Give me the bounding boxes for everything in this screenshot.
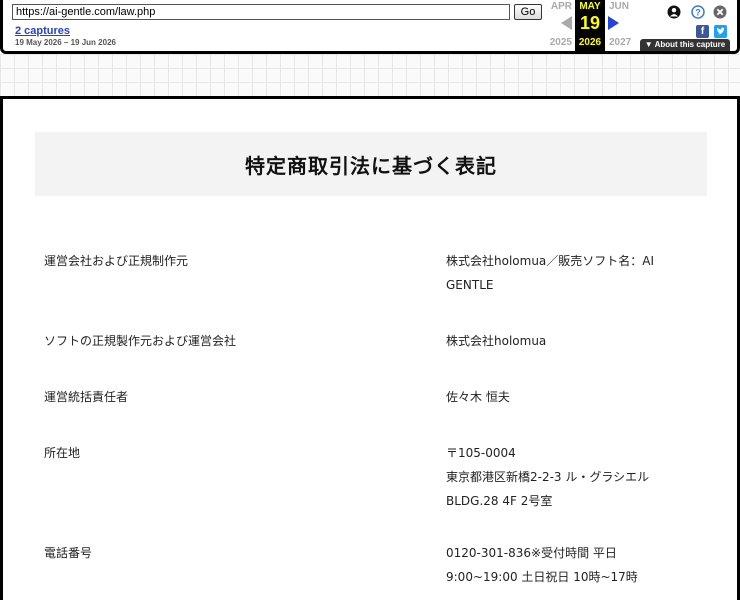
captures-link[interactable]: 2 captures (15, 25, 70, 37)
row-value: 佐々木 恒夫 (446, 385, 686, 409)
row-label: 所在地 (44, 446, 81, 460)
title-banner: 特定商取引法に基づく表記 (35, 132, 707, 196)
twitter-icon[interactable] (714, 25, 727, 38)
go-button[interactable]: Go (514, 4, 542, 20)
capture-date-range: 19 May 2026 – 19 Jun 2026 (15, 38, 116, 47)
current-month-column: MAY 19 2026 (575, 0, 605, 51)
row-value-line: BLDG.28 4F 2号室 (446, 494, 553, 508)
row-value-line: 株式会社holomua (446, 334, 547, 348)
next-month-label: JUN (609, 1, 630, 12)
about-capture-button[interactable]: ▼ About this capture (640, 39, 730, 51)
row-value-line: GENTLE (446, 278, 494, 292)
current-day-label: 19 (579, 13, 601, 33)
close-icon[interactable] (713, 5, 727, 19)
svg-text:?: ? (695, 8, 701, 18)
next-capture-arrow-icon[interactable] (608, 16, 619, 30)
row-label: 運営会社および正規制作元 (44, 254, 189, 268)
current-year-label: 2026 (578, 37, 602, 48)
row-label: 運営統括責任者 (44, 390, 129, 404)
row-value-line: 佐々木 恒夫 (446, 390, 510, 404)
grid-background (0, 54, 740, 96)
prev-month-label: APR (550, 1, 572, 12)
row-value: 株式会社holomua (446, 329, 686, 353)
row-value-line: 〒105-0004 (446, 446, 516, 460)
user-icon[interactable] (667, 5, 681, 19)
row-value-line: 9:00~19:00 土日祝日 10時~17時 (446, 570, 638, 584)
facebook-icon[interactable]: f (696, 25, 709, 38)
url-input[interactable] (12, 4, 510, 20)
row-value: 〒105-0004 東京都港区新橋2-2-3 ル・グラシエル BLDG.28 4… (446, 441, 686, 513)
law-page: 特定商取引法に基づく表記 運営会社および正規制作元 株式会社holomua／販売… (0, 96, 740, 600)
wayback-toolbar: Go 2 captures 19 May 2026 – 19 Jun 2026 … (0, 0, 740, 54)
next-year-label: 2027 (609, 37, 632, 48)
row-label: 電話番号 (44, 546, 93, 560)
help-icon[interactable]: ? (691, 5, 705, 19)
row-value: 0120-301-836※受付時間 平日 9:00~19:00 土日祝日 10時… (446, 541, 686, 589)
current-month-label: MAY (579, 1, 601, 12)
row-value-line: 株式会社holomua／販売ソフト名：AI (446, 254, 655, 268)
page-title: 特定商取引法に基づく表記 (245, 153, 497, 178)
row-value: 株式会社holomua／販売ソフト名：AI GENTLE (446, 249, 686, 297)
row-value-line: 東京都港区新橋2-2-3 ル・グラシエル (446, 470, 650, 484)
row-value-line: 0120-301-836※受付時間 平日 (446, 546, 617, 560)
prev-month-column[interactable]: APR 2025 (543, 0, 575, 51)
prev-capture-arrow-icon[interactable] (561, 16, 572, 30)
prev-year-label: 2025 (549, 37, 572, 48)
row-label: ソフトの正規製作元および運営会社 (44, 334, 237, 348)
next-month-column[interactable]: JUN 2027 (605, 0, 639, 51)
